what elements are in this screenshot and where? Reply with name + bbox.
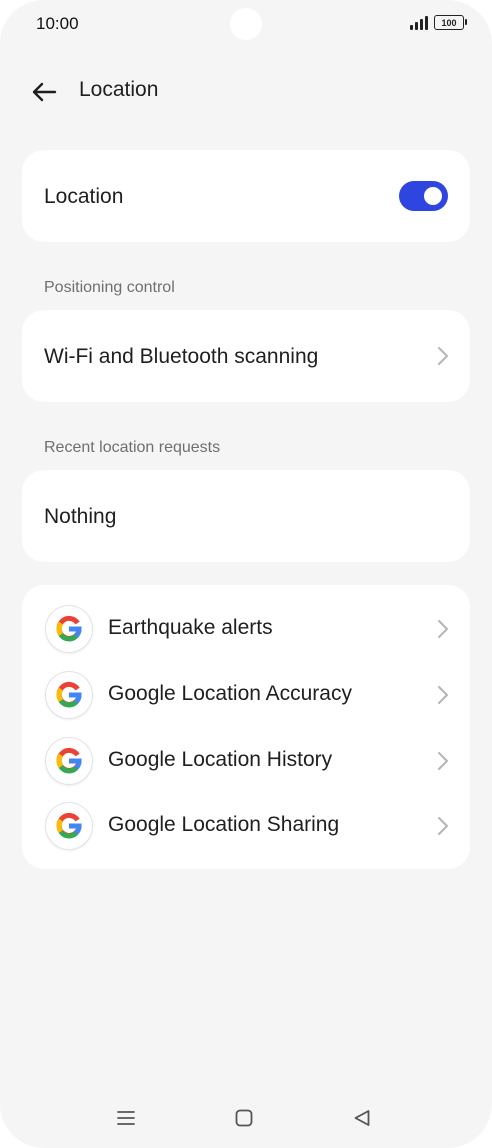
chevron-right-icon (438, 752, 448, 770)
service-label: Google Location Sharing (108, 813, 340, 836)
service-label: Earthquake alerts (108, 616, 273, 639)
recent-requests-empty-label: Nothing (44, 505, 117, 528)
service-label: Google Location Accuracy (108, 682, 352, 705)
location-switch[interactable] (399, 181, 448, 211)
switch-knob (424, 187, 442, 205)
battery-icon: 100 (434, 15, 467, 30)
home-button[interactable] (229, 1104, 259, 1132)
signal-icon (410, 15, 428, 30)
back-triangle-icon (354, 1110, 370, 1126)
chevron-right-icon (438, 817, 448, 835)
wifi-bluetooth-scanning-label: Wi-Fi and Bluetooth scanning (44, 345, 319, 368)
menu-icon (117, 1111, 135, 1125)
page-title: Location (79, 78, 159, 101)
service-label: Google Location History (108, 748, 333, 771)
arrow-left-icon (32, 82, 57, 102)
wifi-bluetooth-scanning-row[interactable]: Wi-Fi and Bluetooth scanning (22, 310, 470, 402)
google-services-card: Earthquake alerts Google Location Accura… (22, 585, 470, 869)
chevron-right-icon (438, 620, 448, 638)
service-row-earthquake-alerts[interactable]: Earthquake alerts (22, 599, 470, 659)
home-icon (235, 1109, 253, 1127)
back-button[interactable] (26, 74, 62, 110)
nav-back-button[interactable] (347, 1104, 377, 1132)
google-icon (46, 672, 92, 718)
google-icon (46, 803, 92, 849)
section-recent-location-requests: Recent location requests (44, 439, 221, 456)
recent-requests-card: Nothing (22, 470, 470, 562)
service-row-google-location-sharing[interactable]: Google Location Sharing (22, 796, 470, 856)
front-camera (230, 8, 262, 40)
status-icons: 100 (410, 15, 467, 30)
service-row-google-location-history[interactable]: Google Location History (22, 731, 470, 791)
google-icon (46, 738, 92, 784)
location-toggle-label: Location (44, 185, 124, 208)
service-row-google-location-accuracy[interactable]: Google Location Accuracy (22, 665, 470, 725)
location-settings-screen: 10:00 100 Location Location Positioning … (0, 0, 492, 1148)
status-time: 10:00 (36, 14, 79, 33)
chevron-right-icon (438, 686, 448, 704)
battery-level: 100 (441, 17, 457, 28)
section-positioning-control: Positioning control (44, 279, 175, 296)
recent-apps-button[interactable] (111, 1104, 141, 1132)
chevron-right-icon (438, 347, 448, 365)
location-toggle-row[interactable]: Location (22, 150, 470, 242)
google-icon (46, 606, 92, 652)
